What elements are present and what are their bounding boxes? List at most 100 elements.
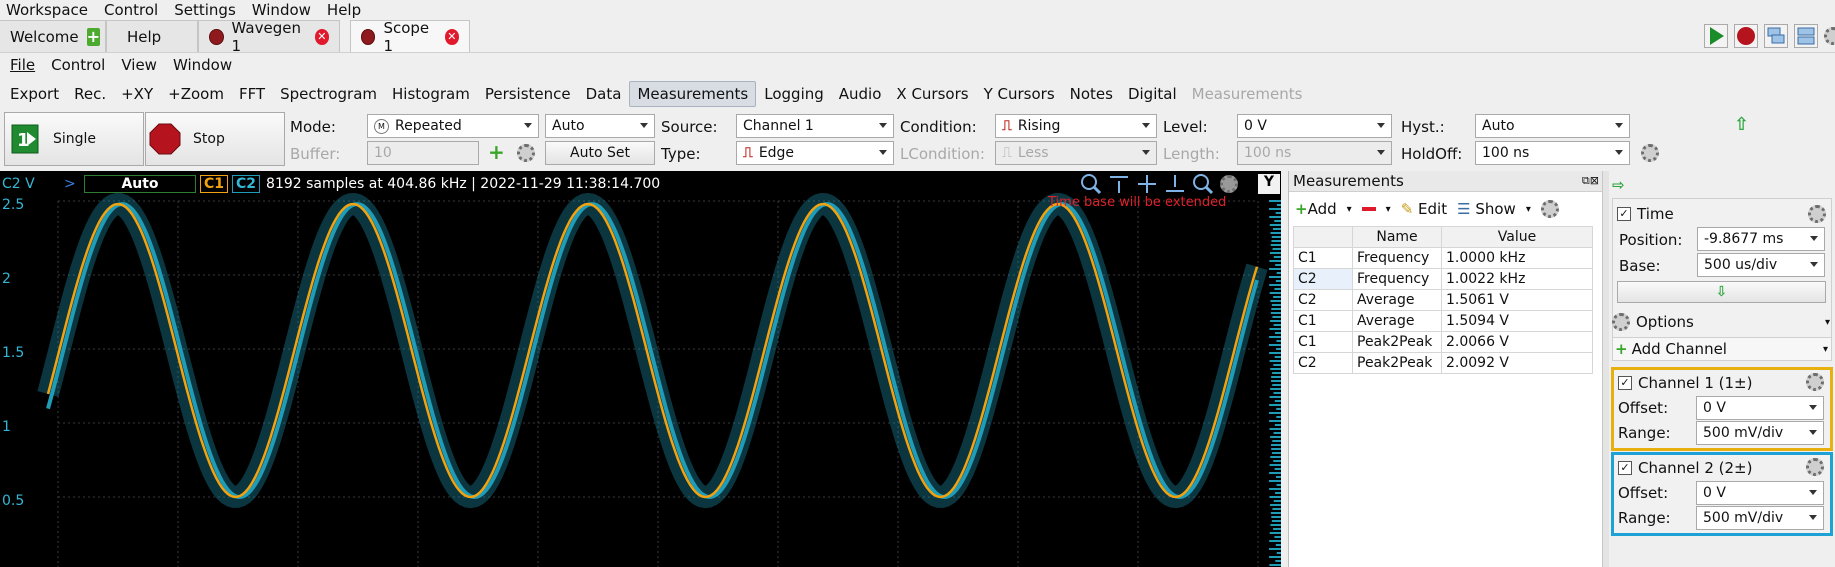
scope-plot[interactable]: C2 V > Auto C1 C2 8192 samples at 404.86…: [0, 171, 1281, 567]
chevron-down-icon[interactable]: ▾: [1347, 204, 1352, 215]
y-axis-button[interactable]: Y: [1258, 174, 1280, 194]
channel-1-offset-input[interactable]: 0 V: [1696, 396, 1824, 420]
expand-time-button[interactable]: ⇩: [1617, 281, 1826, 303]
toolbar-spectrogram[interactable]: Spectrogram: [273, 82, 384, 106]
toolbar-digital[interactable]: Digital: [1121, 82, 1184, 106]
channel-1-range-input[interactable]: 500 mV/div: [1696, 421, 1824, 445]
gear-icon[interactable]: [1641, 144, 1659, 162]
toolbar-x-cursors[interactable]: X Cursors: [889, 82, 975, 106]
menu-file[interactable]: File: [0, 56, 43, 74]
tab-scope[interactable]: Scope 1 ✕: [350, 19, 470, 55]
toolbar-histogram[interactable]: Histogram: [385, 82, 477, 106]
panel-splitter[interactable]: [1602, 171, 1609, 567]
condition-select[interactable]: ⎍ Rising: [995, 114, 1157, 138]
menu-workspace[interactable]: Workspace: [0, 1, 96, 19]
channel-2-checkbox[interactable]: ✓: [1618, 461, 1632, 475]
stop-icon[interactable]: [1734, 24, 1758, 48]
edit-measurement-button[interactable]: ✎ Edit: [1401, 200, 1447, 218]
show-measurement-button[interactable]: ☰ Show: [1457, 200, 1516, 218]
toolbar-zoom[interactable]: +Zoom: [161, 82, 231, 106]
gear-icon[interactable]: [1806, 373, 1824, 391]
gear-icon[interactable]: [1824, 27, 1835, 45]
c2-badge[interactable]: C2: [232, 175, 261, 193]
menu-help[interactable]: Help: [319, 1, 369, 19]
menu-view[interactable]: View: [113, 56, 165, 74]
channel-2-offset-input[interactable]: 0 V: [1696, 481, 1824, 505]
tab-help[interactable]: Help: [106, 20, 198, 52]
table-row[interactable]: C2 Frequency 1.0022 kHz: [1293, 268, 1593, 290]
source-select[interactable]: Channel 1: [736, 114, 894, 138]
c1-badge[interactable]: C1: [200, 175, 229, 193]
position-input[interactable]: -9.8677 ms: [1697, 227, 1825, 251]
close-icon[interactable]: ✕: [444, 28, 459, 45]
gear-icon[interactable]: [1220, 175, 1238, 193]
base-input[interactable]: 500 us/div: [1697, 253, 1825, 277]
menu-control[interactable]: Control: [96, 1, 166, 19]
add-measurement-button[interactable]: +Add: [1295, 200, 1337, 218]
add-buffer-icon[interactable]: +: [488, 142, 505, 162]
arrow-up-icon[interactable]: ⇧: [1734, 114, 1749, 135]
toolbar-audio[interactable]: Audio: [832, 82, 889, 106]
column-header-name[interactable]: Name: [1352, 226, 1442, 248]
align-bottom-icon[interactable]: [1164, 173, 1186, 195]
options-row[interactable]: Options ▾: [1612, 311, 1830, 333]
chevron-right-icon[interactable]: >: [64, 176, 80, 192]
channel-1-checkbox[interactable]: ✓: [1618, 376, 1632, 390]
plus-icon[interactable]: +: [86, 27, 101, 46]
mode-select[interactable]: M Repeated: [367, 114, 539, 138]
table-row[interactable]: C1 Peak2Peak 2.0066 V: [1293, 331, 1593, 353]
chevron-down-icon[interactable]: ▾: [1386, 204, 1391, 215]
toolbar-fft[interactable]: FFT: [232, 82, 272, 106]
toolbar-logging[interactable]: Logging: [757, 82, 831, 106]
holdoff-input[interactable]: 100 ns: [1475, 141, 1630, 165]
time-header[interactable]: ✓ Time: [1617, 205, 1674, 223]
channel-1-header[interactable]: ✓ Channel 1 (1±): [1618, 374, 1752, 392]
zoom-in-icon[interactable]: [1080, 173, 1102, 195]
stop-button[interactable]: Stop: [145, 112, 285, 166]
zoom-out-icon[interactable]: [1192, 173, 1214, 195]
column-header-value[interactable]: Value: [1441, 226, 1593, 248]
level-input[interactable]: 0 V: [1237, 114, 1392, 138]
gear-icon[interactable]: [517, 144, 535, 162]
toolbar-export[interactable]: Export: [3, 82, 66, 106]
single-button[interactable]: 1 Single: [4, 112, 144, 166]
table-row[interactable]: C2 Peak2Peak 2.0092 V: [1293, 352, 1593, 374]
type-select[interactable]: ⎍ Edge: [736, 141, 894, 165]
mode2-select[interactable]: Auto: [545, 114, 655, 138]
menu-settings[interactable]: Settings: [166, 1, 244, 19]
align-top-icon[interactable]: [1108, 173, 1130, 195]
remove-icon[interactable]: [1361, 207, 1376, 211]
menu-window[interactable]: Window: [244, 1, 319, 19]
cascade-icon[interactable]: [1764, 24, 1788, 48]
gear-icon[interactable]: [1540, 200, 1559, 218]
panel-close-icon[interactable]: ⧉⊠: [1582, 174, 1599, 188]
add-channel-button[interactable]: + Add Channel ▾: [1612, 337, 1832, 361]
arrow-right-icon[interactable]: ⇨: [1612, 176, 1625, 194]
gear-icon[interactable]: [1808, 205, 1826, 223]
time-checkbox[interactable]: ✓: [1617, 207, 1631, 221]
menu-scope-window[interactable]: Window: [165, 56, 240, 74]
table-row[interactable]: C1 Frequency 1.0000 kHz: [1293, 247, 1593, 269]
menu-scope-control[interactable]: Control: [43, 56, 113, 74]
toolbar-persistence[interactable]: Persistence: [478, 82, 578, 106]
tab-wavegen[interactable]: Wavegen 1 ✕: [198, 19, 340, 55]
run-icon[interactable]: [1704, 24, 1728, 48]
close-icon[interactable]: ✕: [314, 28, 329, 45]
auto-set-button[interactable]: Auto Set: [545, 141, 655, 165]
toolbar-rec[interactable]: Rec.: [67, 82, 113, 106]
toolbar-notes[interactable]: Notes: [1063, 82, 1120, 106]
channel-2-header[interactable]: ✓ Channel 2 (2±): [1618, 459, 1752, 477]
gear-icon[interactable]: [1806, 458, 1824, 476]
toolbar-y-cursors[interactable]: Y Cursors: [977, 82, 1062, 106]
table-row[interactable]: C2 Average 1.5061 V: [1293, 289, 1593, 311]
table-row[interactable]: C1 Average 1.5094 V: [1293, 310, 1593, 332]
channel-2-range-input[interactable]: 500 mV/div: [1696, 506, 1824, 530]
toolbar-measurements[interactable]: Measurements: [629, 80, 757, 107]
tab-welcome[interactable]: Welcome +: [0, 20, 106, 52]
tile-icon[interactable]: [1794, 24, 1818, 48]
hyst-input[interactable]: Auto: [1475, 114, 1630, 138]
chevron-down-icon[interactable]: ▾: [1526, 204, 1531, 215]
align-center-icon[interactable]: [1136, 173, 1158, 195]
toolbar-data[interactable]: Data: [579, 82, 629, 106]
toolbar-xy[interactable]: +XY: [114, 82, 160, 106]
